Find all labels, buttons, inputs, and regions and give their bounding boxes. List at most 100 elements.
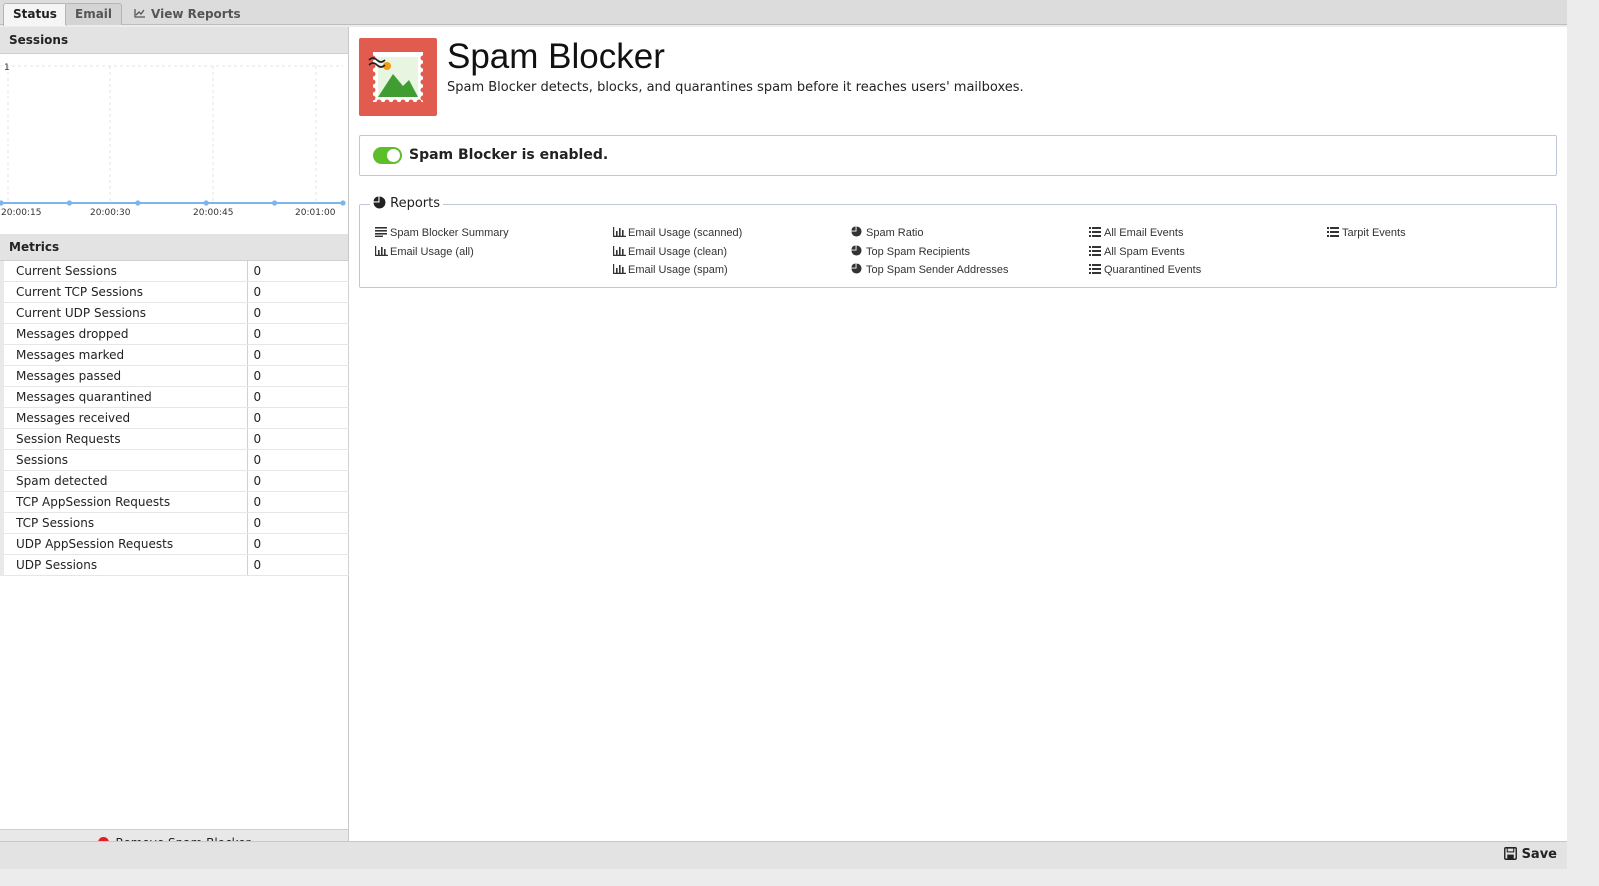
reports-column: Spam Ratio Top Spam Recipients Top Spam Se… bbox=[851, 224, 1008, 280]
report-link[interactable]: Email Usage (scanned) bbox=[613, 224, 742, 243]
report-link[interactable]: All Email Events bbox=[1089, 224, 1201, 243]
pie-chart-icon bbox=[851, 262, 864, 274]
save-icon bbox=[1503, 847, 1522, 862]
sessions-data-point bbox=[0, 200, 4, 206]
metric-value: 0 bbox=[247, 449, 349, 471]
tab-email[interactable]: Email bbox=[65, 3, 123, 25]
metrics-row: Current TCP Sessions 0 bbox=[0, 281, 349, 303]
window-edge bbox=[1567, 0, 1599, 886]
sessions-data-point bbox=[135, 200, 141, 206]
metric-value: 0 bbox=[247, 512, 349, 534]
metric-value: 0 bbox=[247, 554, 349, 576]
metric-name: Current Sessions bbox=[0, 261, 248, 282]
report-link-label: Email Usage (all) bbox=[390, 245, 474, 258]
report-link[interactable]: Spam Blocker Summary bbox=[375, 224, 509, 243]
report-link-label: Email Usage (spam) bbox=[628, 264, 728, 277]
metric-value: 0 bbox=[247, 407, 349, 429]
reports-legend: Reports bbox=[370, 196, 444, 211]
metrics-row: Messages passed 0 bbox=[0, 365, 349, 387]
bar-chart-icon bbox=[613, 225, 626, 237]
metrics-row: Messages dropped 0 bbox=[0, 323, 349, 345]
app-title: Spam Blocker bbox=[447, 37, 665, 76]
metric-value: 0 bbox=[247, 428, 349, 450]
tab-label: View Reports bbox=[151, 7, 241, 21]
metric-name: TCP Sessions bbox=[0, 512, 248, 534]
metric-name: Spam detected bbox=[0, 470, 248, 492]
metrics-row: Messages received 0 bbox=[0, 407, 349, 429]
chart-x-tick-label: 20:01:00 bbox=[295, 208, 336, 218]
list-icon bbox=[1327, 225, 1340, 237]
app-description: Spam Blocker detects, blocks, and quaran… bbox=[447, 80, 1024, 95]
text-icon bbox=[375, 225, 388, 237]
reports-box: Reports Spam Blocker Summary Email Usage … bbox=[359, 196, 1557, 288]
metrics-row: UDP AppSession Requests 0 bbox=[0, 533, 349, 555]
report-link[interactable]: Quarantined Events bbox=[1089, 261, 1201, 280]
line-chart-icon bbox=[134, 4, 146, 24]
report-link[interactable]: Email Usage (all) bbox=[375, 243, 509, 262]
metric-value: 0 bbox=[247, 365, 349, 387]
bar-chart-icon bbox=[613, 262, 626, 275]
tab-label: Email bbox=[75, 7, 113, 21]
report-link-label: All Spam Events bbox=[1104, 245, 1185, 258]
save-label: Save bbox=[1521, 847, 1557, 862]
tab-view-reports[interactable]: View Reports bbox=[124, 3, 251, 25]
metrics-row: TCP AppSession Requests 0 bbox=[0, 491, 349, 513]
metric-name: Messages marked bbox=[0, 344, 248, 366]
report-link[interactable]: Top Spam Sender Addresses bbox=[851, 261, 1008, 280]
chart-y-tick-label: 1 bbox=[4, 63, 10, 73]
sessions-chart: 1 20:00:15 20:00:30 20:00:45 20:01:00 bbox=[0, 54, 348, 229]
report-link[interactable]: Spam Ratio bbox=[851, 224, 1008, 243]
reports-column: Spam Blocker Summary Email Usage (all) bbox=[375, 224, 509, 261]
metric-name: Messages dropped bbox=[0, 323, 248, 345]
metrics-header: Metrics bbox=[0, 234, 348, 261]
chart-x-tick-label: 20:00:30 bbox=[90, 208, 131, 218]
metric-value: 0 bbox=[247, 261, 349, 282]
metric-name: Messages passed bbox=[0, 365, 248, 387]
report-link-label: Tarpit Events bbox=[1342, 227, 1406, 239]
report-link-label: Email Usage (scanned) bbox=[628, 227, 743, 239]
enabled-status-box: Spam Blocker is enabled. bbox=[359, 135, 1557, 176]
list-icon bbox=[1089, 244, 1102, 256]
metric-name: Session Requests bbox=[0, 428, 248, 450]
sessions-data-point bbox=[66, 200, 72, 206]
reports-column: Tarpit Events bbox=[1327, 224, 1406, 243]
metric-name: UDP Sessions bbox=[0, 554, 248, 576]
report-link-label: Spam Blocker Summary bbox=[390, 227, 509, 239]
metric-name: Current UDP Sessions bbox=[0, 302, 248, 324]
tab-bar: Status Email View Reports bbox=[0, 0, 1599, 26]
save-button[interactable]: Save bbox=[1503, 847, 1557, 862]
pie-chart-icon bbox=[851, 225, 864, 237]
sessions-data-point bbox=[340, 200, 346, 206]
bottom-toolbar: Save bbox=[0, 841, 1567, 869]
main-panel: Spam Blocker Spam Blocker detects, block… bbox=[349, 27, 1567, 841]
chart-x-tick-label: 20:00:15 bbox=[1, 208, 41, 218]
metrics-row: Current Sessions 0 bbox=[0, 261, 349, 282]
report-link[interactable]: Email Usage (clean) bbox=[613, 243, 742, 262]
metrics-row: Spam detected 0 bbox=[0, 470, 349, 492]
report-link[interactable]: Top Spam Recipients bbox=[851, 243, 1008, 262]
report-link[interactable]: Tarpit Events bbox=[1327, 224, 1406, 243]
sessions-header: Sessions bbox=[0, 27, 348, 54]
metric-value: 0 bbox=[247, 323, 349, 345]
metrics-row: Messages marked 0 bbox=[0, 344, 349, 366]
metrics-row: Messages quarantined 0 bbox=[0, 386, 349, 408]
metric-value: 0 bbox=[247, 491, 349, 513]
spam-blocker-logo-icon bbox=[359, 38, 437, 116]
chart-x-tick-label: 20:00:45 bbox=[193, 208, 233, 218]
metric-value: 0 bbox=[247, 302, 349, 324]
report-link[interactable]: All Spam Events bbox=[1089, 243, 1201, 262]
metrics-row: Sessions 0 bbox=[0, 449, 349, 471]
sessions-data-point bbox=[272, 200, 278, 206]
report-link[interactable]: Email Usage (spam) bbox=[613, 261, 742, 280]
metrics-table: Current Sessions 0 Current TCP Sessions 0 Cu… bbox=[0, 261, 349, 576]
sessions-data-point bbox=[203, 200, 209, 206]
metric-value: 0 bbox=[247, 470, 349, 492]
enabled-status-text: Spam Blocker is enabled. bbox=[409, 147, 609, 163]
tab-label: Status bbox=[13, 7, 57, 21]
metrics-row: Current UDP Sessions 0 bbox=[0, 302, 349, 324]
bar-chart-icon bbox=[613, 244, 626, 256]
tab-status[interactable]: Status bbox=[3, 3, 67, 26]
metric-value: 0 bbox=[247, 344, 349, 366]
enabled-toggle[interactable] bbox=[373, 147, 402, 164]
report-link-label: Top Spam Sender Addresses bbox=[866, 264, 1009, 277]
